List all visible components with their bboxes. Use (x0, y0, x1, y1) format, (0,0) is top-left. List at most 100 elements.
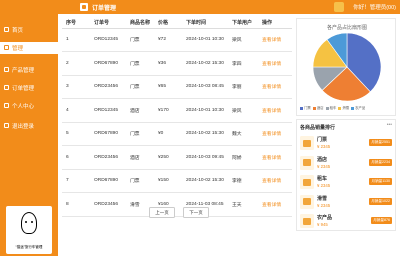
monthly-sales-badge: 月销量2234 (369, 158, 392, 166)
legend-entry: 酒店 (312, 105, 324, 110)
order-icon (4, 85, 9, 90)
view-details-link[interactable]: 查看详情 (258, 51, 292, 76)
column-header: 下单时间 (182, 18, 228, 29)
table-cell-order-id: ORD23456 (90, 75, 126, 99)
product-share-panel: 各产品占比扇形图 门票 酒店 租车 滑雪 农产品 (296, 18, 396, 116)
monthly-sales-badge: 月销量876 (371, 217, 392, 224)
monthly-sales-badge: 月销量1130 (369, 178, 392, 185)
table-row: 7 ORD67890 门票 ¥150 2024-10-02 15:30 李德 查看详情 (62, 169, 292, 193)
table-cell-no: 3 (62, 75, 90, 99)
user-greeting[interactable]: 你好！管理员(00) (353, 3, 396, 11)
manage-icon (4, 45, 9, 50)
column-header: 操作 (258, 18, 292, 29)
prev-page-button[interactable]: 上一页 (149, 207, 175, 218)
view-details-link[interactable]: 查看详情 (258, 192, 292, 217)
view-details-link[interactable]: 查看详情 (258, 75, 292, 99)
sidebar-item-home[interactable]: 首页 (0, 24, 58, 36)
top-bar: 订单管理 你好！管理员(00) (0, 0, 400, 14)
table-cell-user: 魏大 (228, 122, 258, 146)
next-page-button[interactable]: 下一页 (183, 207, 209, 218)
legend-swatch (338, 106, 342, 110)
view-details-link[interactable]: 查看详情 (258, 169, 292, 193)
column-header: 订单号 (90, 18, 126, 29)
legend-swatch (312, 106, 316, 110)
product-thumbnail-icon (300, 136, 314, 150)
table-cell-user: 梁风 (228, 98, 258, 123)
product-thumbnail-icon (300, 175, 314, 189)
table-cell-user: 李四 (228, 51, 258, 76)
sales-ranking-panel: 各商品销量排行 ••• 门票 ¥ 2345 月销量2551 酒店 ¥ 2345 月销量22… (296, 119, 396, 231)
sidebar: 首页 管理 产品管理 订单管理 个人中心 退出登录 “猫途”旅行车管理 (0, 14, 58, 256)
chart-legend: 门票 酒店 租车 滑雪 农产品 (300, 105, 396, 110)
column-header: 下单用户 (228, 18, 258, 29)
table-cell-no: 1 (62, 28, 90, 52)
table-cell-order-id: ORD23456 (90, 192, 126, 217)
ranking-item[interactable]: 门票 ¥ 2345 月销量2551 (300, 134, 394, 153)
ranking-item-price: ¥ 2345 (317, 202, 331, 208)
user-icon (4, 103, 9, 108)
ranking-title: 各商品销量排行 (300, 125, 336, 131)
logout-icon (4, 123, 9, 128)
table-cell-product: 门票 (126, 75, 154, 99)
product-thumbnail-icon (300, 194, 314, 209)
ranking-item[interactable]: 农产品 ¥ 945 月销量876 (300, 212, 394, 231)
legend-label: 租车 (329, 106, 337, 110)
product-thumbnail-icon (300, 155, 314, 170)
column-header: 价格 (154, 18, 182, 29)
brand-slogan: “猫途”旅行车管理 (15, 245, 43, 249)
table-header-row: 序号 订单号 商品名称 价格 下单时间 下单用户 操作 (62, 18, 292, 29)
ranking-item[interactable]: 酒店 ¥ 2345 月销量2234 (300, 154, 394, 173)
ranking-item[interactable]: 滑雪 ¥ 2345 月销量1022 (300, 193, 394, 212)
legend-entry: 滑雪 (338, 105, 349, 110)
ranking-item-name: 门票 (317, 137, 328, 143)
ranking-item-name: 农产品 (317, 215, 333, 221)
monthly-sales-badge: 月销量2551 (369, 139, 392, 146)
legend-label: 门票 (304, 106, 311, 110)
sidebar-item-label: 个人中心 (12, 104, 35, 110)
sidebar-item-label: 订单管理 (12, 86, 35, 92)
table-cell-time: 2024-10-01 10:30 (182, 28, 228, 52)
table-cell-price: ¥0 (154, 122, 182, 146)
table-cell-price: ¥65 (154, 75, 182, 99)
table-cell-order-id: ORD12345 (90, 98, 126, 123)
table-cell-product: 门票 (126, 28, 154, 52)
table-row: 8 ORD23456 滑雪 ¥160 2024-11-03 08:45 王天 查看详情 (62, 192, 292, 217)
avatar[interactable] (334, 2, 344, 12)
sidebar-item-logout[interactable]: 退出登录 (0, 120, 58, 132)
table-cell-no: 4 (62, 98, 90, 123)
table-cell-price: ¥150 (154, 169, 182, 193)
monthly-sales-badge: 月销量1022 (369, 197, 392, 205)
table-row: 5 ORD67890 门票 ¥0 2024-10-02 15:30 魏大 查看详情 (62, 122, 292, 146)
ranking-item[interactable]: 租车 ¥ 2345 月销量1130 (300, 173, 394, 192)
home-icon (4, 27, 9, 32)
view-details-link[interactable]: 查看详情 (258, 28, 292, 52)
more-icon[interactable]: ••• (387, 122, 392, 128)
table-cell-user: 阿娇 (228, 145, 258, 170)
table-cell-user: 李丽 (228, 75, 258, 99)
product-icon (4, 67, 9, 72)
legend-label: 酒店 (316, 106, 324, 110)
sidebar-item-manage[interactable]: 管理 (0, 42, 58, 54)
sidebar-item-orders[interactable]: 订单管理 (0, 82, 58, 94)
table-cell-order-id: ORD67890 (90, 122, 126, 146)
ranking-item-price: ¥ 2345 (317, 144, 331, 149)
table-cell-time: 2024-10-03 08:45 (182, 75, 228, 99)
legend-label: 农产品 (355, 106, 366, 110)
view-details-link[interactable]: 查看详情 (258, 122, 292, 146)
view-details-link[interactable]: 查看详情 (258, 145, 292, 170)
table-row: 2 ORD67890 门票 ¥36 2024-10-02 15:30 李四 查看详情 (62, 51, 292, 76)
table-cell-product: 门票 (126, 51, 154, 76)
ranking-item-name: 滑雪 (317, 195, 328, 202)
ranking-item-name: 酒店 (317, 156, 328, 163)
table-row: 4 ORD12345 酒店 ¥170 2024-10-01 10:30 梁风 查看详情 (62, 98, 292, 123)
table-cell-no: 8 (62, 192, 90, 217)
view-details-link[interactable]: 查看详情 (258, 98, 292, 123)
table-cell-price: ¥36 (154, 51, 182, 76)
table-row: 1 ORD12345 门票 ¥72 2024-10-01 10:30 梁风 查看详情 (62, 28, 292, 52)
sidebar-item-profile[interactable]: 个人中心 (0, 100, 58, 112)
sidebar-item-products[interactable]: 产品管理 (0, 64, 58, 76)
page-title: 订单管理 (92, 6, 117, 12)
sidebar-item-label: 首页 (12, 28, 24, 34)
table-cell-order-id: ORD12345 (90, 28, 126, 52)
legend-swatch (300, 106, 303, 110)
